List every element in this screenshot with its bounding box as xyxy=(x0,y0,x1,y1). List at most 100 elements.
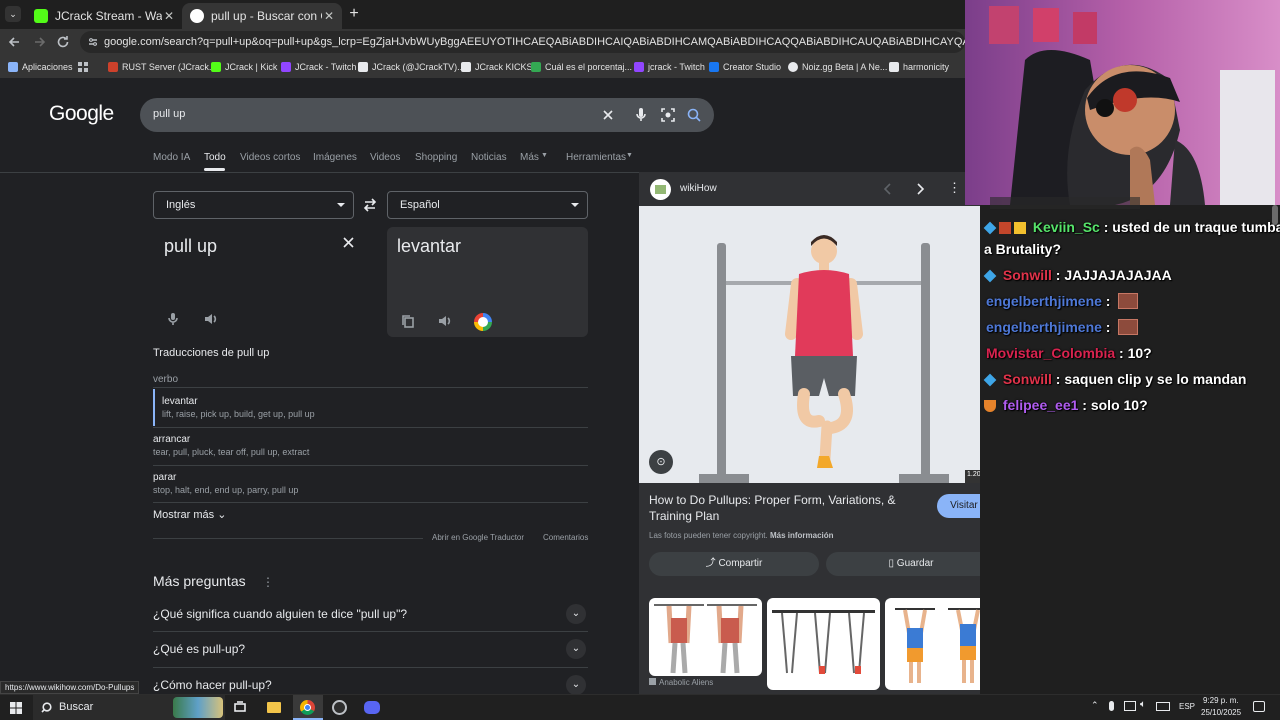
bookmark-porcentaje[interactable]: Cuál es el porcentaj... xyxy=(531,56,632,78)
tab-jcrack[interactable]: JCrack Stream - Watch Live on ✕ xyxy=(26,3,182,29)
search-box[interactable]: pull up xyxy=(140,98,714,132)
bookmark-apps[interactable]: Aplicaciones xyxy=(8,56,73,78)
discord-icon[interactable] xyxy=(364,701,380,714)
keyboard-icon[interactable] xyxy=(1156,702,1170,711)
address-bar[interactable]: google.com/search?q=pull+up&oq=pull+up&g… xyxy=(80,31,965,53)
related-image[interactable] xyxy=(649,598,762,676)
tab-search-button[interactable]: ⌄ xyxy=(5,6,21,22)
related-image[interactable] xyxy=(767,598,880,690)
chat-username[interactable]: Sonwill xyxy=(1003,371,1052,387)
taskbar-search[interactable]: Buscar xyxy=(33,695,225,720)
chevron-down-icon[interactable]: ⌄ xyxy=(566,675,586,695)
bookmark-jcrack-twitch-2[interactable]: jcrack - Twitch xyxy=(634,56,705,78)
more-options-icon[interactable]: ⋮ xyxy=(948,180,961,196)
chevron-right-icon[interactable] xyxy=(915,183,925,195)
nav-imagenes[interactable]: Imágenes xyxy=(313,152,357,163)
feedback-link[interactable]: Comentarios xyxy=(543,533,588,542)
nav-shopping[interactable]: Shopping xyxy=(415,152,457,163)
chat-username[interactable]: engelberthjimene xyxy=(986,293,1102,309)
bookmark-jcrack-kick[interactable]: JCrack | Kick xyxy=(211,56,277,78)
mic-icon[interactable] xyxy=(168,312,178,326)
lens-icon[interactable] xyxy=(661,108,675,122)
nav-todo[interactable]: Todo xyxy=(204,152,226,163)
task-view-icon[interactable] xyxy=(234,701,246,714)
nav-modo-ia[interactable]: Modo IA xyxy=(153,152,190,163)
obs-icon[interactable] xyxy=(332,700,347,715)
chevron-down-icon[interactable]: ⌄ xyxy=(566,604,586,624)
close-tab-icon[interactable]: ✕ xyxy=(162,9,176,23)
source-name[interactable]: wikiHow xyxy=(680,183,717,194)
bookmark-jcrack-x[interactable]: JCrack (@JCrackTV)... xyxy=(358,56,465,78)
nav-videos[interactable]: Videos xyxy=(370,152,400,163)
bookmark-rust-server[interactable]: RUST Server (JCrack... xyxy=(108,56,216,78)
lens-icon[interactable]: ⊙ xyxy=(649,450,673,474)
chat-username[interactable]: Keviin_Sc xyxy=(1033,219,1100,235)
google-g-icon[interactable] xyxy=(474,313,492,331)
mic-icon[interactable] xyxy=(635,107,647,123)
bookmark-harmonicity[interactable]: harmonicity xyxy=(889,56,949,78)
bookmark-noiz[interactable]: Noiz.gg Beta | A Ne... xyxy=(788,56,887,78)
chat-scrollbar[interactable] xyxy=(1272,205,1278,225)
bookmark-creator-studio[interactable]: Creator Studio xyxy=(709,56,781,78)
back-icon[interactable] xyxy=(8,35,22,49)
source-language-select[interactable]: Inglés xyxy=(153,191,354,219)
nav-noticias[interactable]: Noticias xyxy=(471,152,507,163)
search-input[interactable]: pull up xyxy=(153,108,185,120)
preview-image[interactable]: 1.200 × 900 ⊙ xyxy=(639,206,1009,483)
search-icon[interactable] xyxy=(687,108,701,122)
open-translator-link[interactable]: Abrir en Google Traductor xyxy=(432,533,524,542)
clock-date[interactable]: 25/10/2025 xyxy=(1201,708,1241,717)
more-options-icon[interactable]: ⋮ xyxy=(262,575,274,589)
volume-icon[interactable]: 🔈︎ xyxy=(1140,699,1146,710)
divider xyxy=(153,667,588,668)
translation-row[interactable]: levantar lift, raise, pick up, build, ge… xyxy=(153,389,588,426)
bookmark-jcrack-kicks[interactable]: JCrack KICKS xyxy=(461,56,533,78)
target-language-select[interactable]: Español xyxy=(387,191,588,219)
notifications-icon[interactable] xyxy=(1253,701,1265,712)
speaker-icon[interactable] xyxy=(438,315,452,327)
show-more-button[interactable]: Mostrar más ⌄ xyxy=(153,508,226,521)
result-title[interactable]: How to Do Pullups: Proper Form, Variatio… xyxy=(649,492,919,524)
chevron-left-icon[interactable] xyxy=(883,183,893,195)
chat-username[interactable]: felipee_ee1 xyxy=(1003,397,1079,413)
faq-item[interactable]: ¿Qué significa cuando alguien te dice "p… xyxy=(153,607,407,621)
source-text[interactable]: pull up xyxy=(164,236,217,257)
translation-row[interactable]: arrancar tear, pull, pluck, tear off, pu… xyxy=(153,434,588,457)
copy-icon[interactable] xyxy=(402,315,414,328)
input-language[interactable]: ESP xyxy=(1179,702,1195,711)
more-info-link[interactable]: Más información xyxy=(770,531,834,540)
chat-username[interactable]: Sonwill xyxy=(1003,267,1052,283)
network-icon[interactable] xyxy=(1124,701,1136,711)
forward-icon[interactable] xyxy=(32,35,46,49)
file-explorer-icon[interactable] xyxy=(267,702,281,713)
swap-languages-icon[interactable] xyxy=(363,198,377,212)
tab-google[interactable]: pull up - Buscar con Google ✕ xyxy=(182,3,342,29)
clear-icon[interactable] xyxy=(602,109,614,121)
grid-icon[interactable] xyxy=(78,62,88,72)
share-button[interactable]: ⤴ Compartir xyxy=(649,552,819,576)
mic-tray-icon[interactable] xyxy=(1109,701,1114,711)
clear-source-icon[interactable] xyxy=(343,237,354,248)
chevron-down-icon[interactable]: ⌄ xyxy=(566,639,586,659)
chat-username[interactable]: Movistar_Colombia xyxy=(986,345,1115,361)
chrome-icon[interactable] xyxy=(293,695,323,720)
new-tab-button[interactable]: + xyxy=(346,5,362,23)
related-source[interactable]: Anabolic Aliens xyxy=(649,678,713,687)
nav-herramientas[interactable]: Herramientas xyxy=(566,152,626,163)
site-info-icon[interactable] xyxy=(87,36,99,48)
nav-mas[interactable]: Más xyxy=(520,152,539,163)
reload-icon[interactable] xyxy=(56,35,70,49)
faq-item[interactable]: ¿Cómo hacer pull-up? xyxy=(153,678,272,692)
chat-username[interactable]: engelberthjimene xyxy=(986,319,1102,335)
tray-chevron-icon[interactable]: ⌃ xyxy=(1091,700,1099,711)
clock-time[interactable]: 9:29 p. m. xyxy=(1203,696,1239,705)
close-tab-icon[interactable]: ✕ xyxy=(322,9,336,23)
save-button[interactable]: ▯ Guardar xyxy=(826,552,996,576)
translation-row[interactable]: parar stop, halt, end, end up, parry, pu… xyxy=(153,472,588,495)
speaker-icon[interactable] xyxy=(204,313,218,325)
google-logo[interactable]: Google xyxy=(49,102,114,126)
windows-start-icon[interactable] xyxy=(10,702,22,714)
nav-videos-cortos[interactable]: Videos cortos xyxy=(240,152,300,163)
faq-item[interactable]: ¿Qué es pull-up? xyxy=(153,642,245,656)
bookmark-jcrack-twitch[interactable]: JCrack - Twitch xyxy=(281,56,356,78)
